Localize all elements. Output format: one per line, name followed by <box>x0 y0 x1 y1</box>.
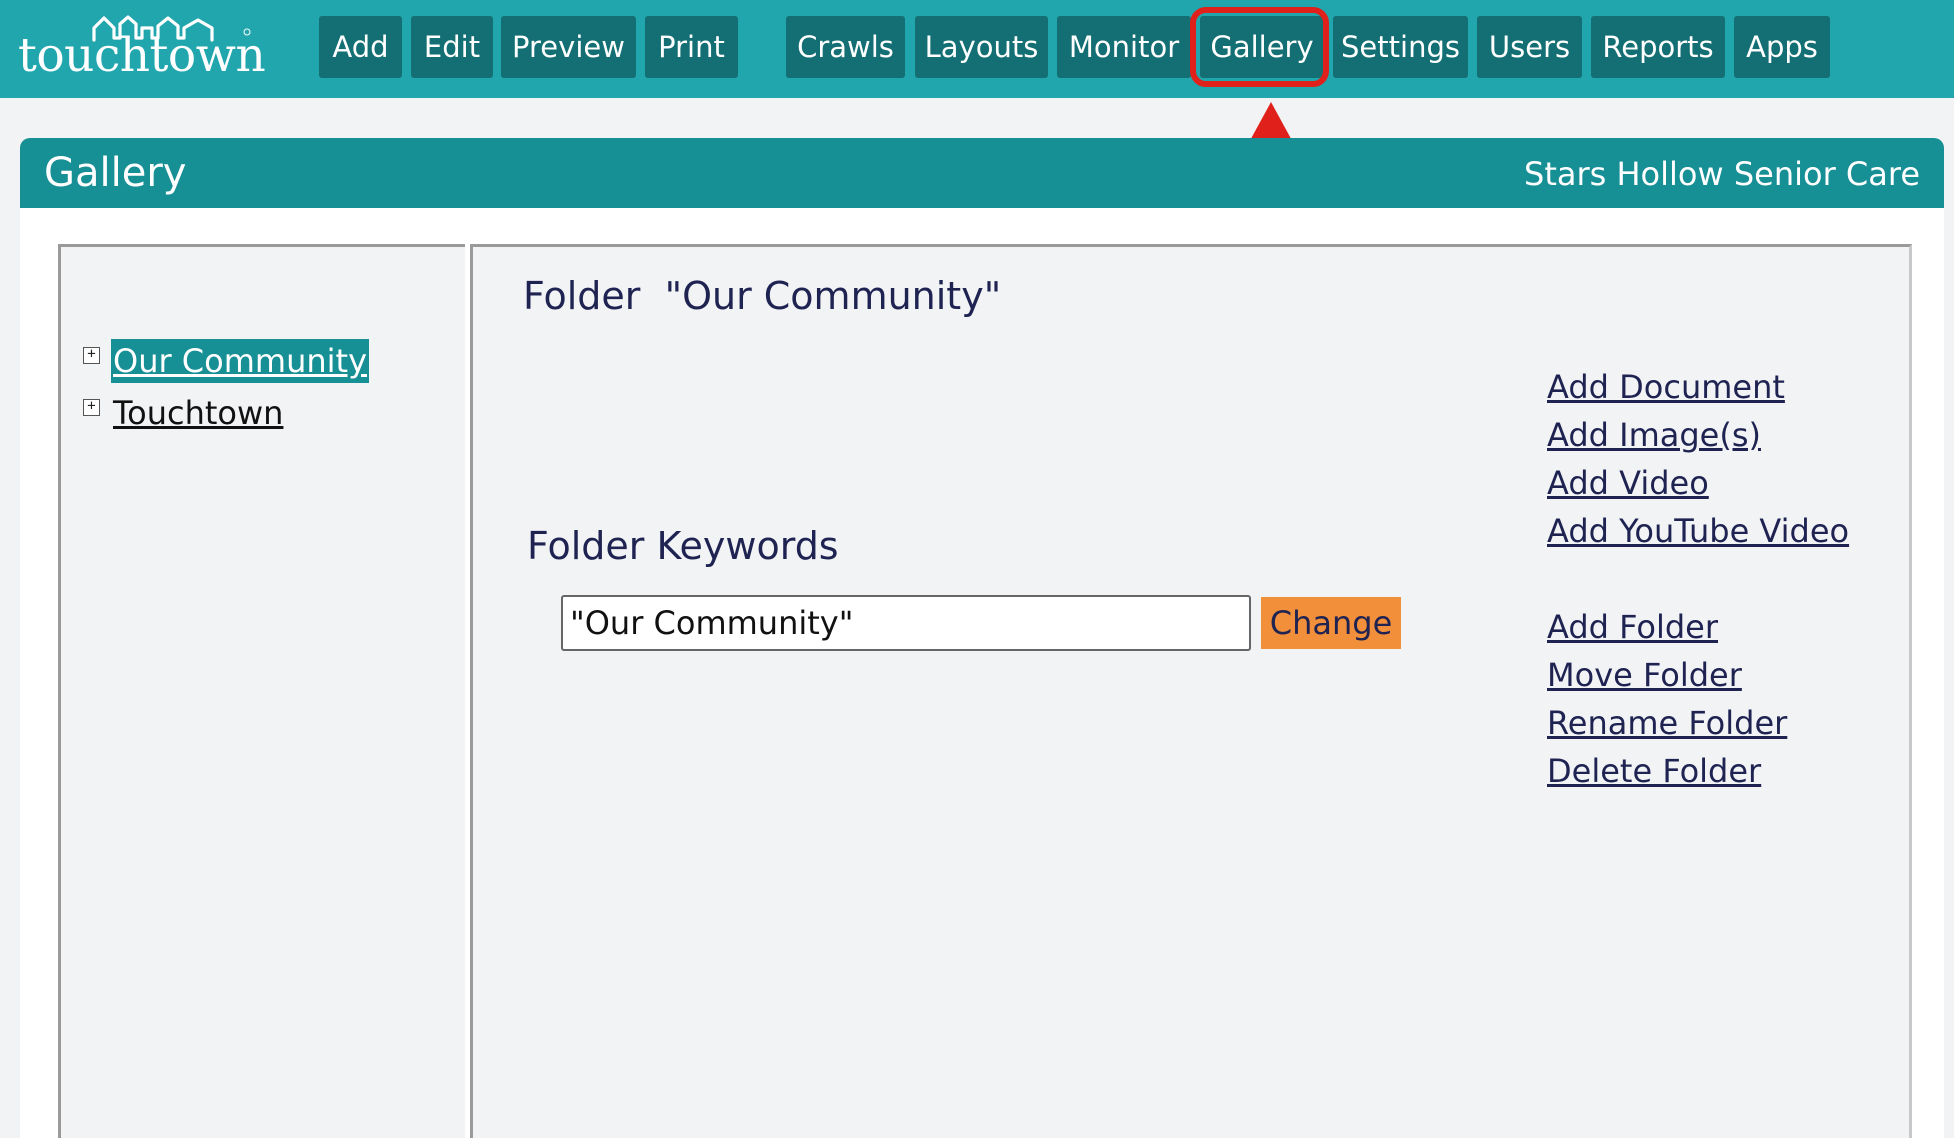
add-video-link[interactable]: Add Video <box>1547 463 1709 503</box>
tree-link-our-community[interactable]: Our Community <box>111 339 369 383</box>
nav-gallery-button[interactable]: Gallery <box>1200 16 1324 78</box>
page-title: Gallery <box>44 150 187 196</box>
nav-users-button[interactable]: Users <box>1477 16 1582 78</box>
folder-keywords-input[interactable] <box>561 595 1251 651</box>
top-navigation-bar: touchtown Add Edit Preview Print Crawls … <box>0 0 1954 98</box>
add-folder-link[interactable]: Add Folder <box>1547 607 1718 647</box>
folder-keywords-heading: Folder Keywords <box>527 524 839 568</box>
nav-crawls-button[interactable]: Crawls <box>786 16 905 78</box>
nav-apps-button[interactable]: Apps <box>1734 16 1830 78</box>
delete-folder-link[interactable]: Delete Folder <box>1547 751 1761 791</box>
folder-tree-pane: + Our Community + Touchtown <box>58 244 465 1138</box>
nav-reports-button[interactable]: Reports <box>1591 16 1725 78</box>
expand-plus-icon[interactable]: + <box>83 399 100 416</box>
gallery-panel-header: Gallery Stars Hollow Senior Care <box>20 138 1944 208</box>
folder-title: Folder "Our Community" <box>523 274 1002 318</box>
nav-edit-button[interactable]: Edit <box>411 16 493 78</box>
tree-link-touchtown[interactable]: Touchtown <box>111 391 285 435</box>
logo-wordmark: touchtown <box>18 28 266 83</box>
add-youtube-video-link[interactable]: Add YouTube Video <box>1547 511 1849 551</box>
touchtown-logo[interactable]: touchtown <box>18 14 266 84</box>
nav-settings-button[interactable]: Settings <box>1333 16 1468 78</box>
add-document-link[interactable]: Add Document <box>1547 367 1785 407</box>
change-keywords-button[interactable]: Change <box>1261 597 1401 649</box>
move-folder-link[interactable]: Move Folder <box>1547 655 1742 695</box>
expand-plus-icon[interactable]: + <box>83 347 100 364</box>
nav-add-button[interactable]: Add <box>319 16 402 78</box>
add-images-link[interactable]: Add Image(s) <box>1547 415 1761 455</box>
folder-content-pane: Folder "Our Community" Folder Keywords C… <box>470 244 1912 1138</box>
nav-print-button[interactable]: Print <box>645 16 738 78</box>
nav-monitor-button[interactable]: Monitor <box>1057 16 1191 78</box>
nav-preview-button[interactable]: Preview <box>501 16 636 78</box>
rename-folder-link[interactable]: Rename Folder <box>1547 703 1787 743</box>
nav-layouts-button[interactable]: Layouts <box>915 16 1048 78</box>
organization-name: Stars Hollow Senior Care <box>1524 155 1920 193</box>
